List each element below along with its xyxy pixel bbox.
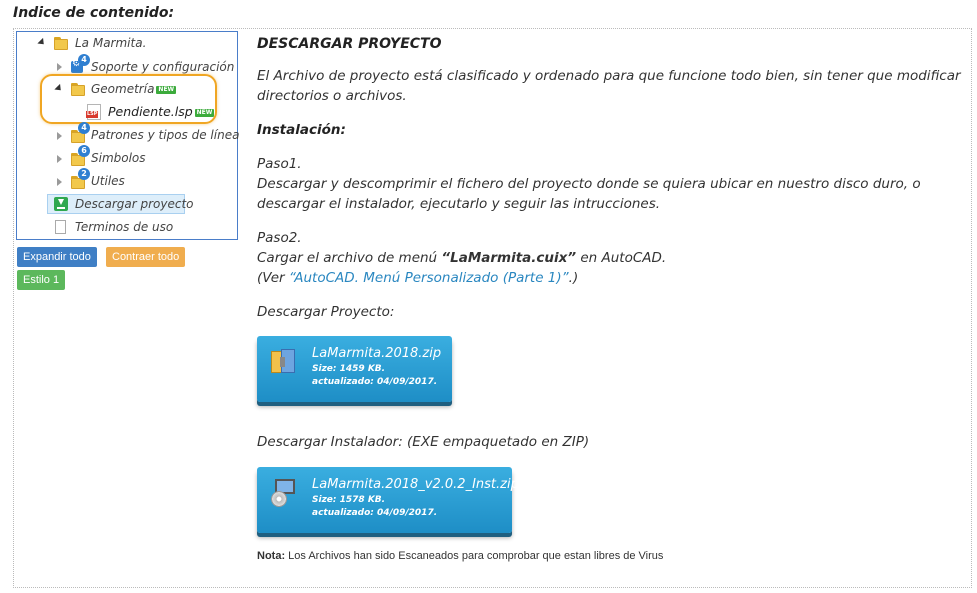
highlight-annotation: [40, 74, 217, 124]
installer-icon: [271, 479, 297, 507]
style-button[interactable]: Estilo 1: [17, 270, 66, 290]
step2-text: Cargar el archivo de menú “LaMarmita.cui…: [257, 250, 667, 266]
tree-item-patrones[interactable]: Patrones y tipos de línea: [91, 125, 239, 145]
see-reference: (Ver “AutoCAD. Menú Personalizado (Parte…: [257, 270, 579, 286]
intro-text: El Archivo de proyecto está clasificado …: [257, 68, 961, 104]
collapsed-arrow-icon[interactable]: [57, 63, 62, 71]
download-project-label: Descargar Proyecto:: [257, 304, 395, 320]
count-badge: 6: [78, 145, 90, 157]
collapsed-arrow-icon[interactable]: [57, 155, 62, 163]
count-badge: 4: [78, 54, 90, 66]
count-badge: 2: [78, 168, 90, 180]
expand-all-button[interactable]: Expandir todo: [17, 247, 97, 267]
install-heading: Instalación:: [257, 122, 346, 138]
download-file-size: Size: 1459 KB.: [312, 364, 386, 374]
download-file-date: actualizado: 04/09/2017.: [312, 508, 438, 518]
collapsed-arrow-icon[interactable]: [57, 132, 62, 140]
download-icon: [54, 197, 68, 211]
folder-icon: [54, 37, 68, 50]
expand-arrow-icon[interactable]: [37, 37, 47, 48]
step1-title: Paso1.: [257, 156, 302, 172]
tree-root-la-marmita[interactable]: La Marmita.: [75, 33, 146, 53]
menu-file-name: “LaMarmita.cuix”: [441, 250, 577, 266]
autocad-menu-link[interactable]: “AutoCAD. Menú Personalizado (Parte 1)”: [289, 270, 569, 286]
count-badge: 4: [78, 122, 90, 134]
download-project-button[interactable]: LaMarmita.2018.zip Size: 1459 KB. actual…: [257, 336, 452, 402]
main-content: DESCARGAR PROYECTO El Archivo de proyect…: [257, 34, 962, 322]
step1-text: Descargar y descomprimir el fichero del …: [257, 176, 921, 212]
zip-archive-icon: [271, 349, 295, 375]
tree-item-utiles[interactable]: Utiles: [91, 171, 125, 191]
document-icon: [55, 220, 66, 234]
tree-item-descargar-proyecto[interactable]: Descargar proyecto: [75, 194, 194, 214]
download-file-size: Size: 1578 KB.: [312, 495, 386, 505]
download-file-name: LaMarmita.2018.zip: [312, 346, 442, 361]
section-heading: Indice de contenido:: [13, 5, 175, 21]
collapsed-arrow-icon[interactable]: [57, 178, 62, 186]
download-file-name: LaMarmita.2018_v2.0.2_Inst.zip: [312, 477, 519, 492]
download-installer-button[interactable]: LaMarmita.2018_v2.0.2_Inst.zip Size: 157…: [257, 467, 519, 533]
table-of-contents-tree: La Marmita. 4 Soporte y configuración Ge…: [16, 31, 239, 240]
download-file-date: actualizado: 04/09/2017.: [312, 377, 438, 387]
virus-scan-note: Nota: Los Archivos han sido Escaneados p…: [257, 550, 664, 562]
tree-item-simbolos[interactable]: Simbolos: [91, 148, 146, 168]
collapse-all-button[interactable]: Contraer todo: [106, 247, 186, 267]
download-installer-label: Descargar Instalador: (EXE empaquetado e…: [257, 434, 590, 450]
tree-item-terminos-de-uso[interactable]: Terminos de uso: [75, 217, 173, 237]
step2-title: Paso2.: [257, 230, 302, 246]
page-title: DESCARGAR PROYECTO: [257, 36, 442, 52]
